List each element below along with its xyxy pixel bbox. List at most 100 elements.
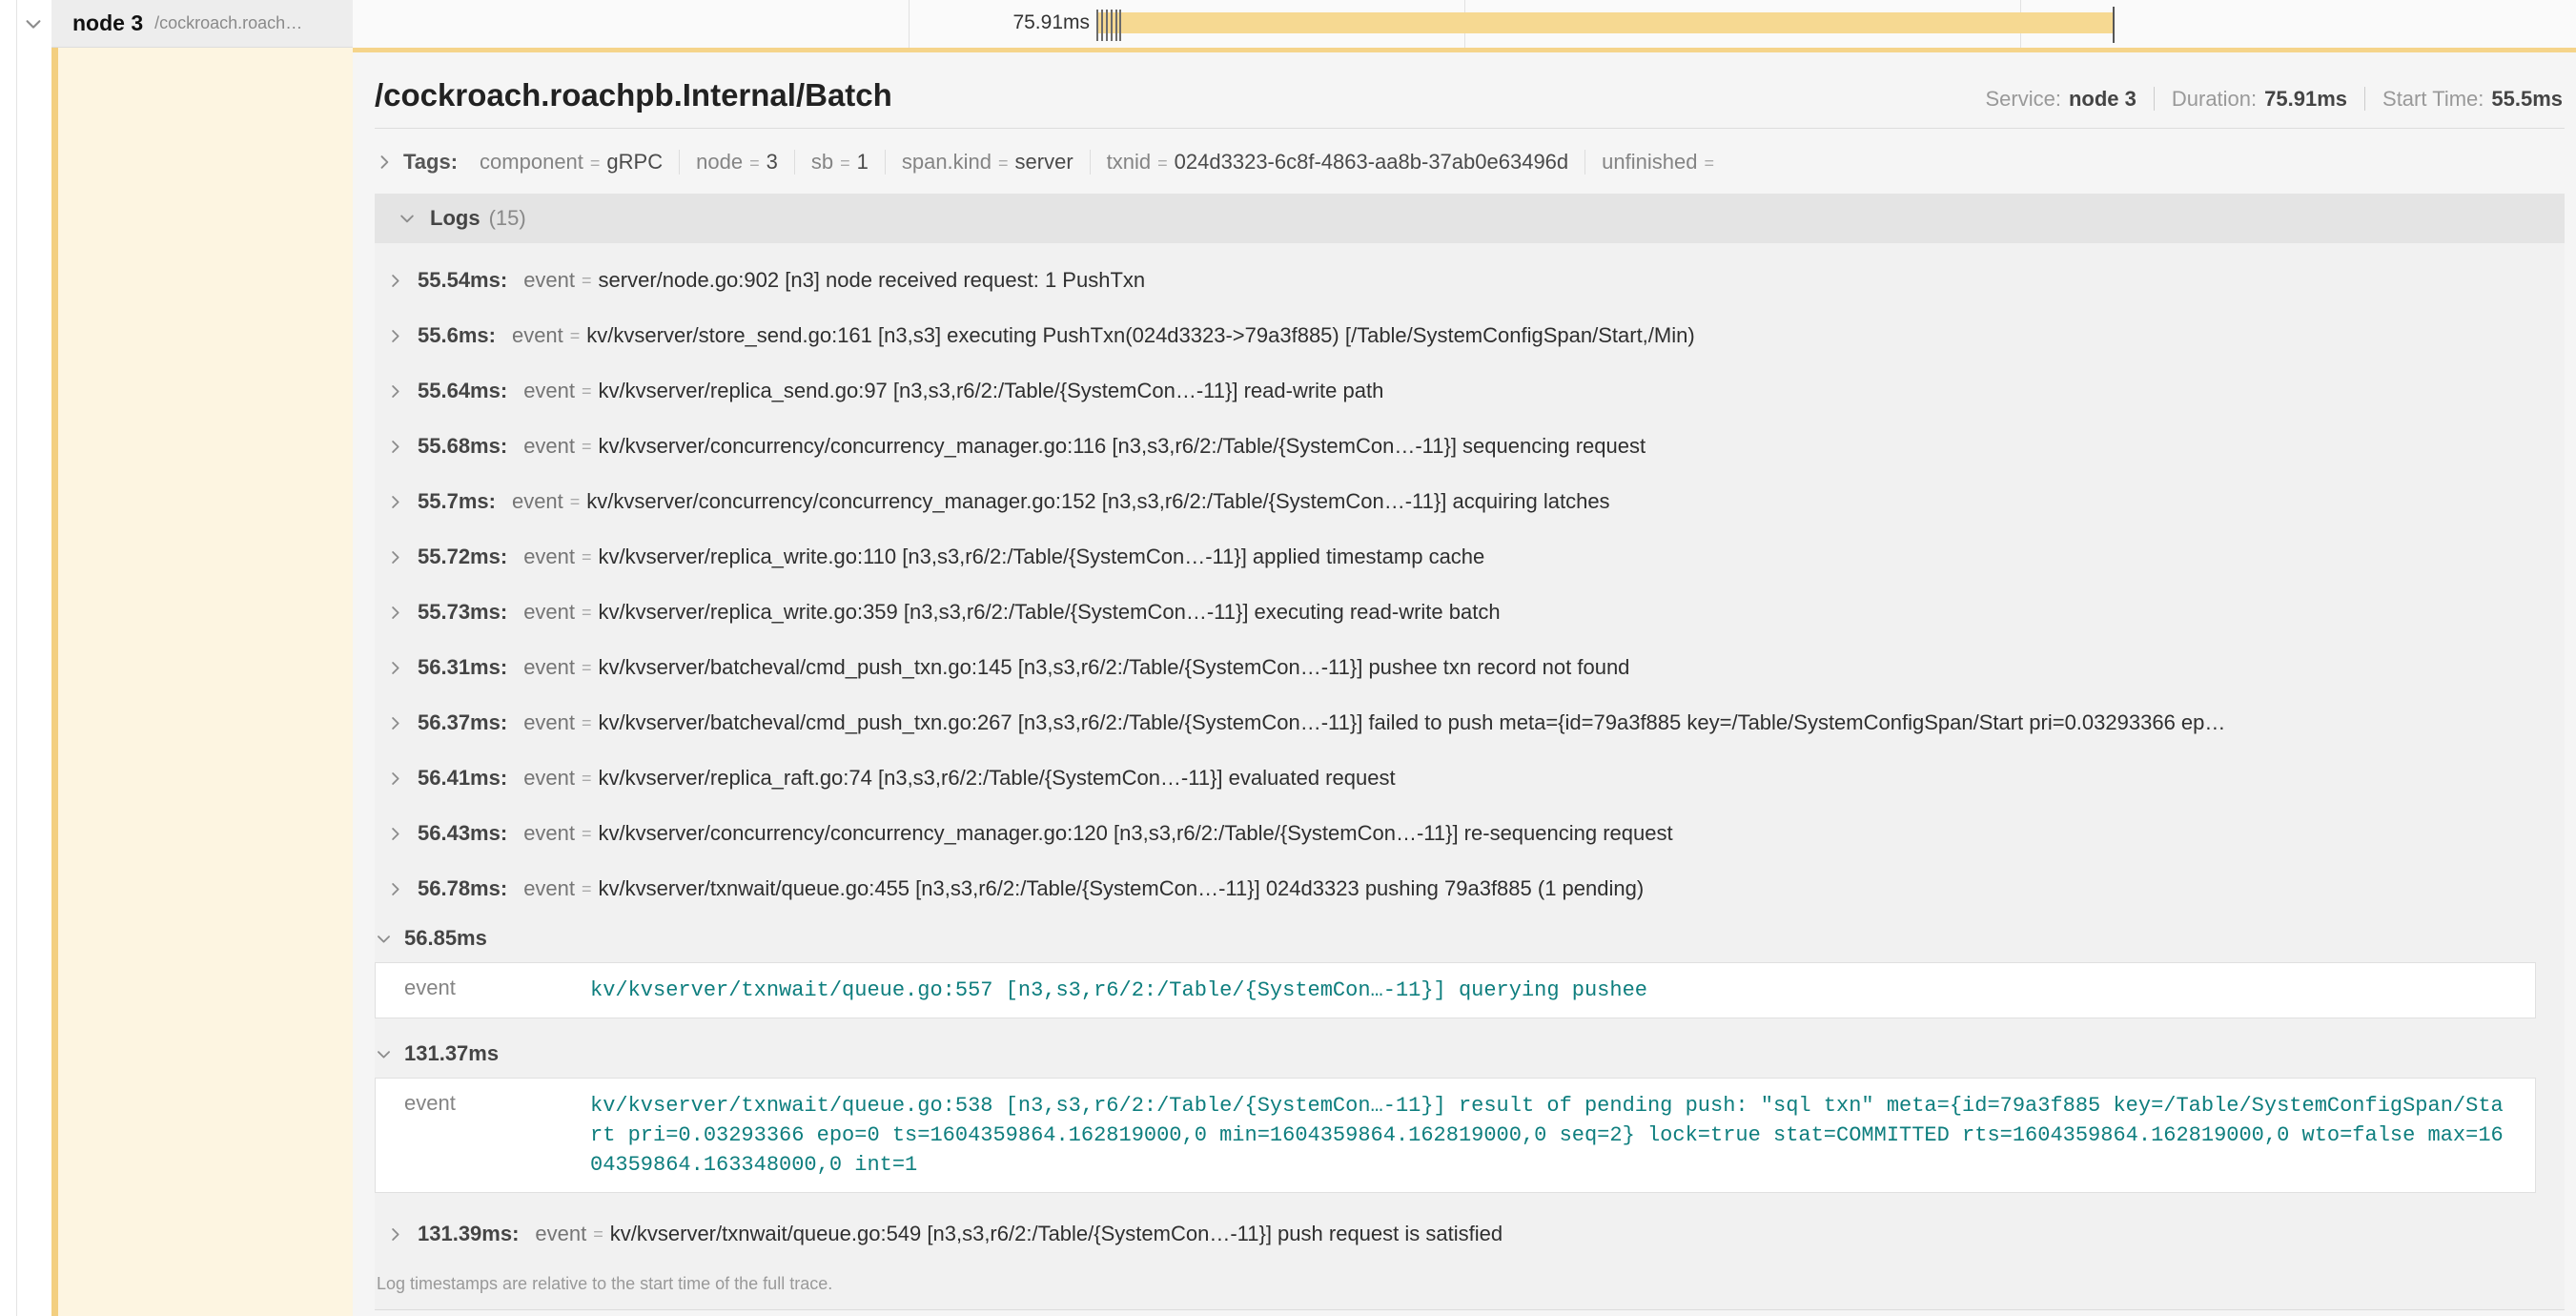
chevron-right-icon bbox=[386, 880, 404, 898]
log-entry-row[interactable]: 131.39ms:event=kv/kvserver/txnwait/queue… bbox=[375, 1206, 2565, 1262]
span-bar[interactable] bbox=[1096, 12, 2115, 33]
log-entry-time: 55.73ms: bbox=[418, 600, 507, 625]
kv-value: kv/kvserver/txnwait/queue.go:557 [n3,s3,… bbox=[590, 963, 2535, 1018]
log-entry-message: kv/kvserver/replica_write.go:110 [n3,s3,… bbox=[599, 545, 1485, 569]
chevron-right-icon bbox=[386, 438, 404, 456]
log-entry-message: kv/kvserver/concurrency/concurrency_mana… bbox=[599, 434, 1646, 459]
tag-list: component=gRPCnode=3sb=1span.kind=server… bbox=[463, 150, 1737, 175]
header-divider bbox=[375, 128, 2565, 129]
log-entry-time: 56.43ms: bbox=[418, 821, 507, 846]
log-entry-row[interactable]: 55.73ms:event=kv/kvserver/replica_write.… bbox=[375, 585, 2565, 640]
span-meta-item: Service:node 3 bbox=[1985, 87, 2153, 111]
logs-header[interactable]: Logs (15) bbox=[375, 194, 2565, 243]
chevron-right-icon bbox=[386, 659, 404, 677]
log-entry-key: event bbox=[523, 379, 575, 403]
tag-item: span.kind=server bbox=[885, 150, 1090, 175]
span-operation-name: /cockroach.roach… bbox=[154, 13, 302, 33]
span-color-strip bbox=[51, 2, 58, 1316]
log-entry-row[interactable]: 56.31ms:event=kv/kvserver/batcheval/cmd_… bbox=[375, 640, 2565, 695]
chevron-right-icon bbox=[386, 327, 404, 345]
log-entry-message: kv/kvserver/concurrency/concurrency_mana… bbox=[599, 821, 1673, 846]
log-entries: 55.54ms:event=server/node.go:902 [n3] no… bbox=[375, 243, 2565, 1262]
tag-item: node=3 bbox=[679, 150, 794, 175]
chevron-right-icon bbox=[386, 548, 404, 566]
log-entry-row[interactable]: 55.54ms:event=server/node.go:902 [n3] no… bbox=[375, 253, 2565, 308]
chevron-right-icon bbox=[386, 825, 404, 843]
log-entry-key: event bbox=[512, 489, 563, 514]
log-entry-row[interactable]: 56.37ms:event=kv/kvserver/batcheval/cmd_… bbox=[375, 695, 2565, 751]
log-entry-key: event bbox=[523, 655, 575, 680]
span-detail-panel: /cockroach.roachpb.Internal/Batch Servic… bbox=[353, 48, 2576, 1316]
span-name-column-highlight[interactable] bbox=[58, 48, 353, 1316]
span-meta-item: Start Time:55.5ms bbox=[2364, 87, 2565, 111]
trace-timeline-view: node 3 /cockroach.roach… 75.91ms /cockro… bbox=[0, 0, 2576, 1316]
logs-footer-note: Log timestamps are relative to the start… bbox=[375, 1262, 2565, 1309]
span-meta: Service:node 3Duration:75.91msStart Time… bbox=[1985, 87, 2565, 112]
log-entry-time: 55.7ms: bbox=[418, 489, 496, 514]
chevron-right-icon bbox=[375, 153, 394, 172]
chevron-right-icon bbox=[386, 1225, 404, 1244]
log-entry-row[interactable]: 56.43ms:event=kv/kvserver/concurrency/co… bbox=[375, 806, 2565, 861]
log-entry-time: 55.64ms: bbox=[418, 379, 507, 403]
chevron-right-icon bbox=[386, 382, 404, 401]
log-entry-key: event bbox=[523, 766, 575, 791]
tags-label: Tags: bbox=[403, 150, 458, 175]
log-marker-tick bbox=[1119, 10, 1121, 41]
span-title: /cockroach.roachpb.Internal/Batch bbox=[375, 77, 892, 113]
chevron-down-icon bbox=[398, 209, 417, 228]
tag-item: txnid=024d3323-6c8f-4863-aa8b-37ab0e6349… bbox=[1090, 150, 1584, 175]
kv-key: event bbox=[376, 1079, 590, 1192]
log-entry-message: kv/kvserver/replica_send.go:97 [n3,s3,r6… bbox=[599, 379, 1384, 403]
chevron-right-icon bbox=[386, 770, 404, 788]
chevron-down-icon[interactable] bbox=[23, 13, 44, 34]
log-entry-time: 55.68ms: bbox=[418, 434, 507, 459]
tag-item: unfinished= bbox=[1584, 150, 1737, 175]
log-entry-key: event bbox=[523, 268, 575, 293]
log-marker-tick bbox=[1101, 10, 1103, 41]
log-marker-tick bbox=[1106, 10, 1108, 41]
log-entry-row[interactable]: 55.6ms:event=kv/kvserver/store_send.go:1… bbox=[375, 308, 2565, 363]
log-entry-key: event bbox=[512, 323, 563, 348]
log-kv-row: eventkv/kvserver/txnwait/queue.go:557 [n… bbox=[376, 963, 2535, 1018]
timeline-ruler[interactable]: 75.91ms bbox=[353, 0, 2576, 48]
kv-value: kv/kvserver/txnwait/queue.go:538 [n3,s3,… bbox=[590, 1079, 2535, 1192]
log-expanded-header[interactable]: 56.85ms bbox=[375, 916, 2565, 960]
log-entry-row[interactable]: 56.41ms:event=kv/kvserver/replica_raft.g… bbox=[375, 751, 2565, 806]
span-row-header[interactable]: node 3 /cockroach.roach… bbox=[51, 0, 353, 48]
log-entry-key: event bbox=[523, 600, 575, 625]
log-entry-time: 56.37ms: bbox=[418, 710, 507, 735]
chevron-right-icon bbox=[386, 714, 404, 732]
log-entry-time: 56.85ms bbox=[404, 926, 487, 951]
log-entry-time: 55.6ms: bbox=[418, 323, 496, 348]
span-duration-label: 75.91ms bbox=[899, 11, 1090, 34]
log-kv-table: eventkv/kvserver/txnwait/queue.go:557 [n… bbox=[375, 962, 2536, 1018]
log-entry-row[interactable]: 55.68ms:event=kv/kvserver/concurrency/co… bbox=[375, 419, 2565, 474]
logs-title: Logs bbox=[430, 206, 480, 231]
log-entry-time: 55.54ms: bbox=[418, 268, 507, 293]
log-entry-row[interactable]: 55.7ms:event=kv/kvserver/concurrency/con… bbox=[375, 474, 2565, 529]
log-kv-table: eventkv/kvserver/txnwait/queue.go:538 [n… bbox=[375, 1078, 2536, 1193]
logs-section: Logs (15) 55.54ms:event=server/node.go:9… bbox=[375, 194, 2565, 1310]
log-entry-message: kv/kvserver/replica_write.go:359 [n3,s3,… bbox=[599, 600, 1501, 625]
span-meta-item: Duration:75.91ms bbox=[2154, 87, 2364, 111]
log-entry-row[interactable]: 56.78ms:event=kv/kvserver/txnwait/queue.… bbox=[375, 861, 2565, 916]
chevron-down-icon bbox=[375, 930, 393, 948]
log-entry-message: kv/kvserver/replica_raft.go:74 [n3,s3,r6… bbox=[599, 766, 1396, 791]
log-entry-row[interactable]: 55.64ms:event=kv/kvserver/replica_send.g… bbox=[375, 363, 2565, 419]
log-marker-tick bbox=[1115, 10, 1117, 41]
log-entry-message: kv/kvserver/txnwait/queue.go:455 [n3,s3,… bbox=[599, 876, 1645, 901]
log-expanded-header[interactable]: 131.37ms bbox=[375, 1032, 2565, 1076]
tags-row[interactable]: Tags: component=gRPCnode=3sb=1span.kind=… bbox=[375, 143, 2565, 181]
log-entry-message: kv/kvserver/batcheval/cmd_push_txn.go:14… bbox=[599, 655, 1630, 680]
kv-key: event bbox=[376, 963, 590, 1018]
log-entry-time: 131.39ms: bbox=[418, 1222, 519, 1246]
chevron-right-icon bbox=[386, 493, 404, 511]
logs-count: (15) bbox=[489, 206, 526, 231]
log-entry-time: 56.41ms: bbox=[418, 766, 507, 791]
log-kv-row: eventkv/kvserver/txnwait/queue.go:538 [n… bbox=[376, 1079, 2535, 1192]
log-entry-row[interactable]: 55.72ms:event=kv/kvserver/replica_write.… bbox=[375, 529, 2565, 585]
span-service-name: node 3 bbox=[72, 10, 143, 36]
span-detail-header: /cockroach.roachpb.Internal/Batch Servic… bbox=[375, 52, 2565, 113]
log-entry-key: event bbox=[523, 434, 575, 459]
log-entry-key: event bbox=[523, 821, 575, 846]
